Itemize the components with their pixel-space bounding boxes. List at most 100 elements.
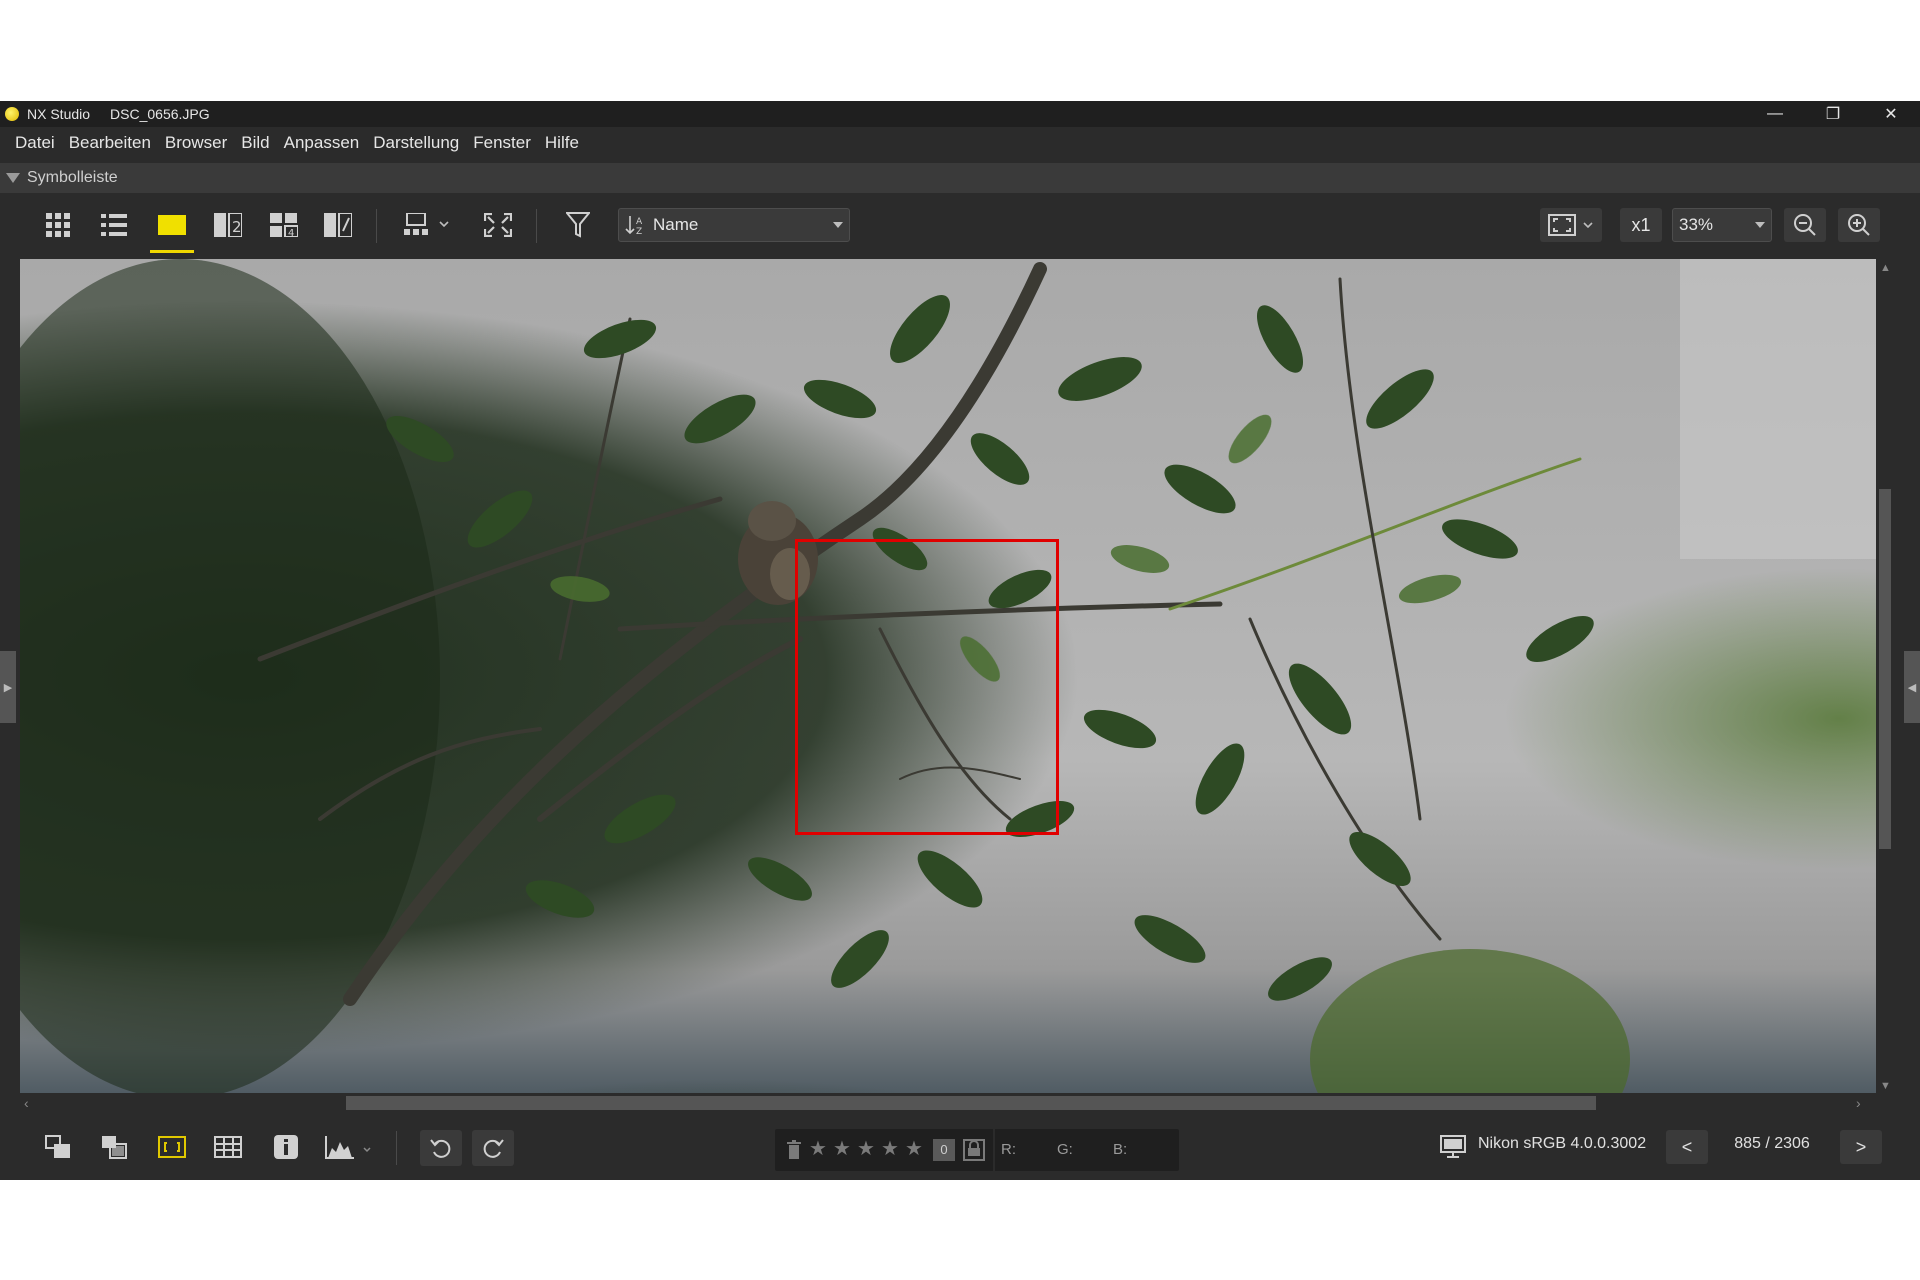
toolbar-header[interactable]: Symbolleiste bbox=[0, 163, 1920, 193]
show-filmstrip-button[interactable] bbox=[38, 1129, 78, 1165]
next-image-button[interactable]: > bbox=[1840, 1130, 1882, 1164]
previous-image-button[interactable]: < bbox=[1666, 1130, 1708, 1164]
menu-bild[interactable]: Bild bbox=[234, 133, 276, 153]
show-grid-button[interactable] bbox=[208, 1129, 248, 1165]
rating-zero-badge[interactable]: 0 bbox=[933, 1139, 955, 1161]
single-image-icon bbox=[158, 215, 186, 235]
rotate-left-button[interactable] bbox=[420, 1130, 462, 1166]
menu-darstellung[interactable]: Darstellung bbox=[366, 133, 466, 153]
grid-icon bbox=[46, 213, 70, 237]
menu-browser[interactable]: Browser bbox=[158, 133, 234, 153]
horizontal-scrollbar[interactable]: ‹ › bbox=[20, 1093, 1876, 1113]
scroll-up-icon[interactable]: ▲ bbox=[1880, 263, 1891, 274]
toolbar-separator bbox=[376, 209, 377, 243]
histogram-button[interactable] bbox=[322, 1129, 378, 1165]
expand-left-icon: ▶ bbox=[3, 681, 13, 694]
compare-two-icon: 2 bbox=[214, 213, 242, 237]
fit-to-window-icon bbox=[1548, 214, 1593, 236]
rating-divider bbox=[993, 1129, 995, 1171]
chevron-right-icon: > bbox=[1855, 1136, 1867, 1157]
rating-star-icon[interactable]: ★ bbox=[833, 1139, 851, 1159]
sort-order-select[interactable]: A Z Name bbox=[618, 208, 850, 242]
compare-four-icon: 4 bbox=[270, 213, 298, 237]
blue-value-label: B: bbox=[1113, 1141, 1128, 1158]
file-title: DSC_0656.JPG bbox=[110, 106, 210, 122]
chevron-down-icon bbox=[1755, 222, 1765, 228]
fit-to-window-select[interactable] bbox=[1540, 208, 1602, 242]
scroll-left-icon[interactable]: ‹ bbox=[24, 1095, 29, 1111]
toolbar-separator bbox=[536, 209, 537, 243]
actual-size-button[interactable]: x1 bbox=[1620, 208, 1662, 242]
focus-point-marker bbox=[795, 539, 1059, 835]
focus-point-icon bbox=[158, 1136, 186, 1158]
sort-order-value: Name bbox=[653, 215, 699, 234]
show-focus-point-button[interactable] bbox=[152, 1129, 192, 1165]
rating-star-icon[interactable]: ★ bbox=[809, 1139, 827, 1159]
rating-panel: ★ ★ ★ ★ ★ 0 R: G: B: bbox=[775, 1129, 1179, 1171]
menu-bar: Datei Bearbeiten Browser Bild Anpassen D… bbox=[0, 127, 1920, 159]
rating-star-icon[interactable]: ★ bbox=[881, 1139, 899, 1159]
compare-2-view-button[interactable]: 2 bbox=[208, 207, 248, 243]
monitor-icon bbox=[1440, 1135, 1466, 1158]
single-image-view-button[interactable] bbox=[152, 207, 192, 243]
filter-button[interactable] bbox=[558, 207, 598, 243]
restore-button[interactable]: ❐ bbox=[1804, 101, 1862, 127]
menu-anpassen[interactable]: Anpassen bbox=[277, 133, 367, 153]
before-after-icon bbox=[324, 213, 352, 237]
filter-icon bbox=[566, 212, 590, 238]
zoom-in-button[interactable] bbox=[1838, 208, 1880, 242]
menu-datei[interactable]: Datei bbox=[8, 133, 62, 153]
chevron-down-icon bbox=[833, 222, 843, 228]
bottom-bar: ★ ★ ★ ★ ★ 0 R: G: B: Nikon sRGB 4.0.0.30… bbox=[0, 1117, 1920, 1180]
compare-4-view-button[interactable]: 4 bbox=[264, 207, 304, 243]
svg-text:4: 4 bbox=[288, 228, 294, 237]
color-profile-label: Nikon sRGB 4.0.0.3002 bbox=[1478, 1135, 1647, 1152]
rating-star-icon[interactable]: ★ bbox=[905, 1139, 923, 1159]
show-stack-button[interactable] bbox=[94, 1129, 134, 1165]
horizontal-scroll-thumb[interactable] bbox=[346, 1096, 1596, 1110]
zoom-out-icon bbox=[1794, 214, 1816, 236]
chevron-left-icon: < bbox=[1681, 1136, 1693, 1157]
bottom-separator bbox=[396, 1131, 397, 1165]
collapse-arrow-icon[interactable] bbox=[6, 173, 20, 183]
histogram-icon bbox=[325, 1136, 371, 1159]
grid-overlay-icon bbox=[214, 1136, 242, 1158]
app-title: NX Studio bbox=[27, 106, 91, 122]
protect-icon[interactable] bbox=[963, 1139, 985, 1161]
svg-text:2: 2 bbox=[232, 218, 242, 236]
rating-star-icon[interactable]: ★ bbox=[857, 1139, 875, 1159]
window-controls: — ❐ ✕ bbox=[1746, 101, 1920, 127]
minimize-button[interactable]: — bbox=[1746, 101, 1804, 127]
app-window: NX Studio DSC_0656.JPG — ❐ ✕ Datei Bearb… bbox=[0, 101, 1920, 1180]
before-after-view-button[interactable] bbox=[318, 207, 358, 243]
list-icon bbox=[101, 214, 127, 236]
vertical-scrollbar[interactable]: ▲ ▼ bbox=[1876, 259, 1894, 1095]
info-icon bbox=[274, 1135, 298, 1159]
thumbnail-grid-button[interactable] bbox=[38, 207, 78, 243]
zoom-out-button[interactable] bbox=[1784, 208, 1826, 242]
rotate-left-icon bbox=[430, 1139, 451, 1158]
zoom-level-select[interactable]: 33% bbox=[1672, 208, 1772, 242]
thumbnail-list-button[interactable] bbox=[94, 207, 134, 243]
close-button[interactable]: ✕ bbox=[1862, 101, 1920, 127]
right-panel-toggle[interactable]: ◀ bbox=[1904, 651, 1920, 723]
image-viewer[interactable] bbox=[20, 259, 1876, 1095]
vertical-scroll-thumb[interactable] bbox=[1879, 489, 1891, 849]
nx-studio-logo-icon bbox=[5, 107, 19, 121]
svg-text:A: A bbox=[636, 217, 643, 227]
sort-az-icon: A Z bbox=[625, 216, 643, 236]
filmstrip-layout-button[interactable] bbox=[398, 207, 456, 243]
scroll-down-icon[interactable]: ▼ bbox=[1880, 1081, 1891, 1092]
rotate-right-button[interactable] bbox=[472, 1130, 514, 1166]
full-screen-button[interactable] bbox=[478, 207, 518, 243]
menu-hilfe[interactable]: Hilfe bbox=[538, 133, 586, 153]
info-button[interactable] bbox=[266, 1129, 306, 1165]
trash-icon[interactable] bbox=[787, 1140, 801, 1160]
scroll-right-icon[interactable]: › bbox=[1856, 1095, 1861, 1111]
image-counter: 885 / 2306 bbox=[1734, 1135, 1810, 1152]
menu-bearbeiten[interactable]: Bearbeiten bbox=[62, 133, 158, 153]
green-value-label: G: bbox=[1057, 1141, 1073, 1158]
left-panel-toggle[interactable]: ▶ bbox=[0, 651, 16, 723]
toolbar: 2 4 A Z Name x1 33% bbox=[12, 197, 1908, 255]
menu-fenster[interactable]: Fenster bbox=[466, 133, 538, 153]
